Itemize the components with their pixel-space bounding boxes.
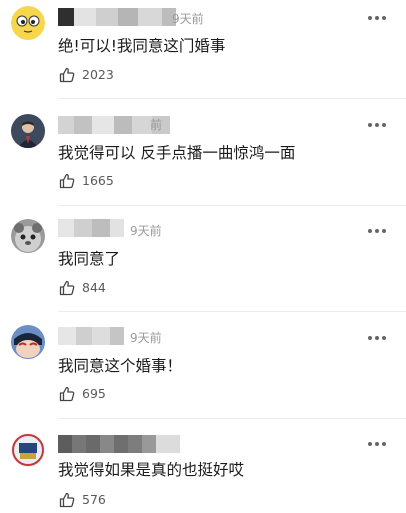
- username-masked[interactable]: [58, 435, 180, 453]
- like-count: 2023: [82, 67, 114, 82]
- comment-time: 9天前: [172, 12, 204, 26]
- comment-time: 9天前: [130, 224, 162, 238]
- comment-text: 我同意了: [58, 250, 121, 268]
- divider: [58, 205, 406, 206]
- comment-item: 9天前 绝!可以!我同意这门婚事 2023: [0, 0, 406, 100]
- like-button[interactable]: 1665: [58, 172, 114, 190]
- divider: [58, 98, 406, 99]
- comment-text: 绝!可以!我同意这门婚事: [58, 37, 226, 55]
- more-dots-icon[interactable]: [368, 441, 386, 447]
- like-button[interactable]: 695: [58, 385, 106, 403]
- divider: [58, 418, 406, 419]
- avatar[interactable]: [11, 433, 45, 467]
- comment-item: 前 我觉得可以 反手点播一曲惊鸿一面 1665: [0, 100, 406, 207]
- thumbs-up-icon: [59, 173, 75, 189]
- thumbs-up-icon: [59, 386, 75, 402]
- thumbs-up-icon: [59, 492, 75, 508]
- divider: [58, 311, 406, 312]
- thumbs-up-icon: [59, 67, 75, 83]
- username-masked[interactable]: [58, 327, 124, 345]
- like-button[interactable]: 576: [58, 491, 106, 509]
- comment-text: 我觉得如果是真的也挺好哎: [58, 461, 245, 479]
- comment-item: 9天前 我同意这个婚事！ 695: [0, 313, 406, 420]
- more-dots-icon[interactable]: [368, 228, 386, 234]
- comment-time: 9天前: [130, 331, 162, 345]
- thumbs-up-icon: [59, 280, 75, 296]
- comment-text: 我同意这个婚事！: [58, 357, 183, 375]
- more-dots-icon[interactable]: [368, 335, 386, 341]
- comment-item: 我觉得如果是真的也挺好哎 576: [0, 420, 406, 513]
- like-count: 576: [82, 492, 106, 507]
- like-button[interactable]: 844: [58, 279, 106, 297]
- like-count: 844: [82, 280, 106, 295]
- avatar[interactable]: [11, 325, 45, 359]
- more-dots-icon[interactable]: [368, 15, 386, 21]
- avatar[interactable]: [11, 114, 45, 148]
- like-button[interactable]: 2023: [58, 66, 114, 84]
- avatar[interactable]: [11, 6, 45, 40]
- like-count: 1665: [82, 173, 114, 188]
- like-count: 695: [82, 386, 106, 401]
- username-masked[interactable]: [58, 8, 176, 26]
- comment-time: 前: [150, 118, 163, 132]
- more-dots-icon[interactable]: [368, 122, 386, 128]
- comment-text: 我觉得可以 反手点播一曲惊鸿一面: [58, 144, 296, 162]
- comment-item: 9天前 我同意了 844: [0, 207, 406, 313]
- avatar[interactable]: [11, 219, 45, 253]
- username-masked[interactable]: [58, 219, 124, 237]
